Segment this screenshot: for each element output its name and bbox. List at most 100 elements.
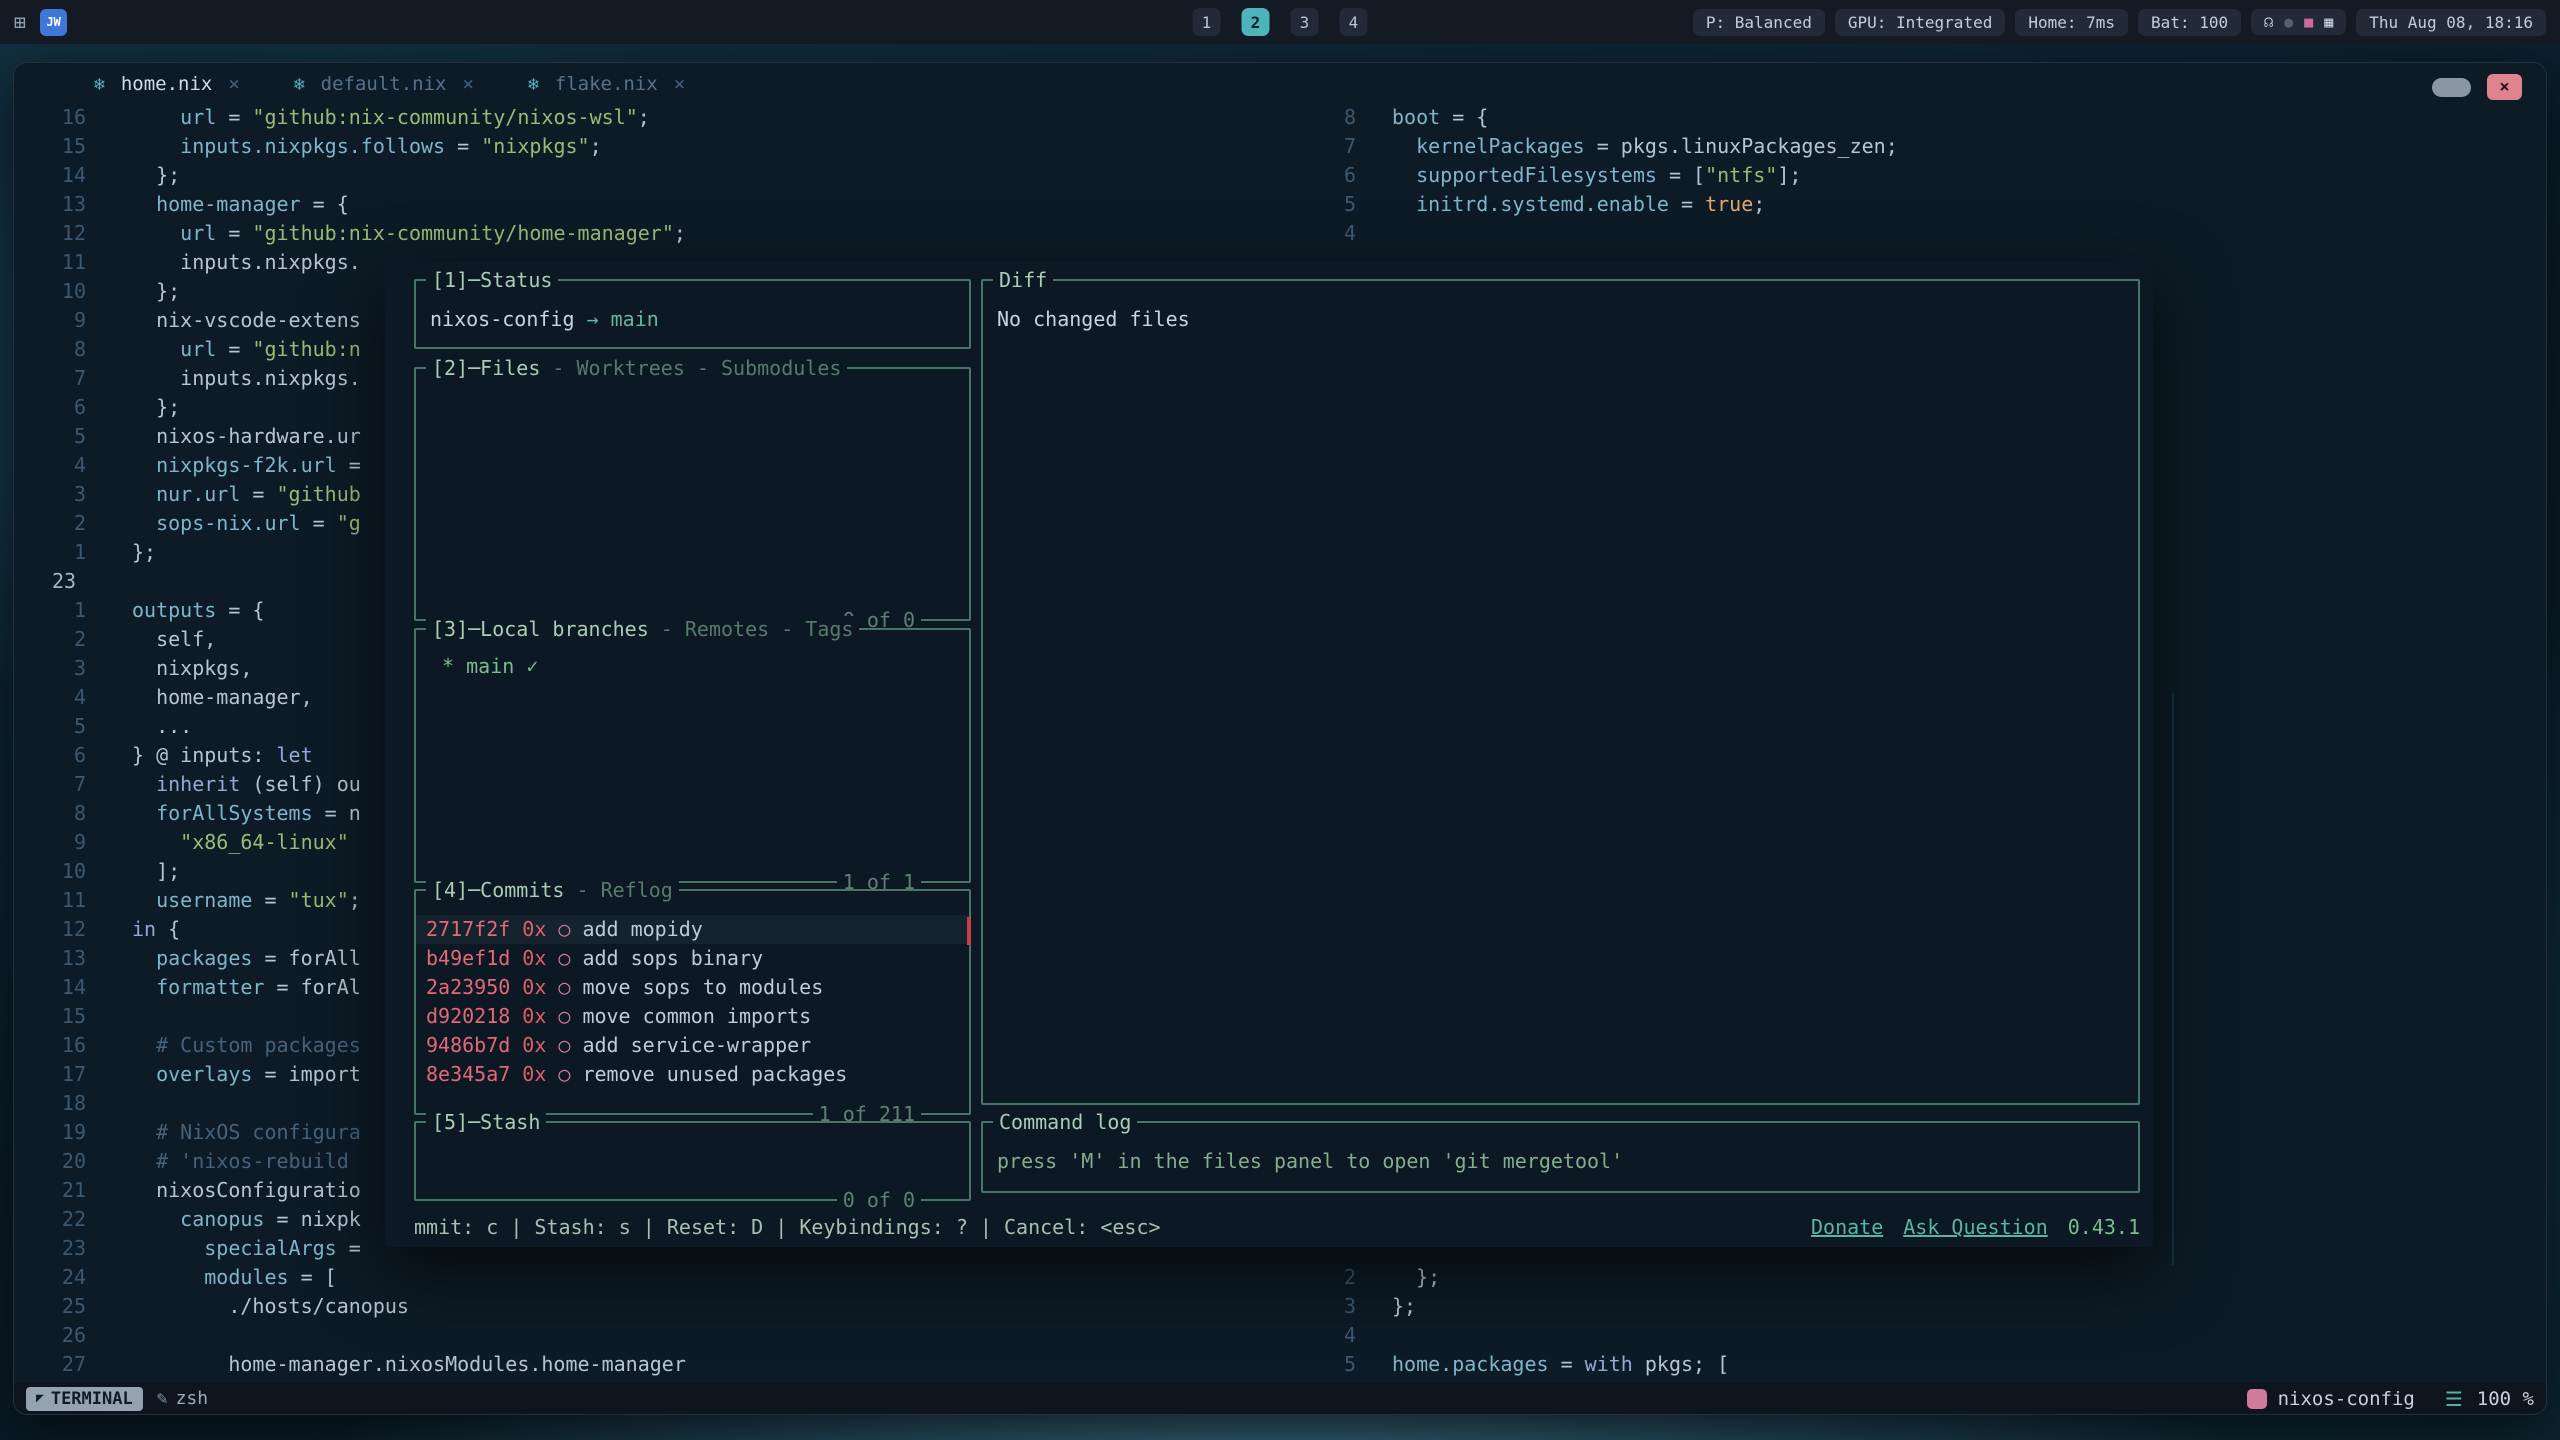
editor-pane-right[interactable]: 8boot = {7 kernelPackages = pkgs.linuxPa… [1306, 103, 2516, 248]
code-text: overlays = import [86, 1060, 361, 1089]
lazygit-diff-panel[interactable]: Diff No changed files [981, 279, 2140, 1105]
lazygit-files-panel[interactable]: [2]─Files - Worktrees - Submodules 0 of … [414, 367, 971, 621]
code-text: home-manager, [86, 683, 313, 712]
line-number: 17 [30, 1060, 86, 1089]
recording-icon[interactable]: ■ [2304, 13, 2313, 31]
zellij-icon [2247, 1389, 2267, 1409]
workspace-button-3[interactable]: 3 [1291, 8, 1319, 36]
lazygit-stash-panel[interactable]: [5]─Stash 0 of 0 [414, 1121, 971, 1201]
commit-author: 0x [522, 973, 546, 1002]
lazygit-command-log-panel[interactable]: Command log press 'M' in the files panel… [981, 1121, 2140, 1193]
editor-scrollbar[interactable] [2172, 693, 2174, 1265]
status-module-3[interactable]: Bat: 100 [2138, 9, 2241, 36]
shell-tab[interactable]: ✎ zsh [157, 1388, 208, 1409]
window-pill-button[interactable] [2432, 78, 2471, 97]
line-number: 13 [30, 944, 86, 973]
launcher-icon[interactable]: JW [40, 9, 67, 36]
panel-title-main: [1]─Status [432, 268, 552, 292]
code-text: }; [86, 393, 180, 422]
code-text: # 'nixos-rebuild [86, 1147, 349, 1176]
link-ask-question[interactable]: Ask Question [1903, 1213, 2048, 1241]
line-number: 5 [1306, 190, 1356, 219]
workspace-button-1[interactable]: 1 [1193, 8, 1221, 36]
apps-grid-icon[interactable]: ▦ [2324, 13, 2333, 31]
code-text: # NixOS configura [86, 1118, 361, 1147]
code-line: 5 initrd.systemd.enable = true; [1306, 190, 2516, 219]
workspace-button-2[interactable]: 2 [1242, 8, 1270, 36]
line-number: 5 [30, 712, 86, 741]
code-text: modules = [ [86, 1263, 337, 1292]
tab-label: flake.nix [555, 73, 658, 95]
clock[interactable]: Thu Aug 08, 18:16 [2356, 9, 2546, 36]
link-donate[interactable]: Donate [1811, 1213, 1883, 1241]
code-text: nixpkgs-f2k.url = [86, 451, 361, 480]
editor-tab-default.nix[interactable]: ❄default.nix× [284, 73, 484, 95]
scrollbar-thumb[interactable] [967, 917, 971, 945]
nix-snowflake-icon: ❄ [94, 74, 105, 95]
code-text [1356, 219, 1392, 248]
lazygit-commits-panel[interactable]: [4]─Commits - Reflog 2717f2f0x○add mopid… [414, 889, 971, 1115]
tab-label: home.nix [121, 73, 213, 95]
commit-sha: 8e345a7 [426, 1060, 510, 1089]
panel-title: [3]─Local branches - Remotes - Tags [426, 616, 859, 642]
lazygit-links: Donate Ask Question 0.43.1 [1811, 1213, 2140, 1241]
version-label: 0.43.1 [2068, 1213, 2140, 1241]
commit-graph-icon: ○ [558, 915, 570, 944]
code-text: }; [1356, 1263, 1440, 1292]
commit-author: 0x [522, 1031, 546, 1060]
system-tray: ☊ ● ■ ▦ [2251, 9, 2346, 35]
tab-close-icon[interactable]: × [674, 73, 685, 95]
code-text: inputs.nixpkgs.follows = "nixpkgs"; [86, 132, 602, 161]
code-line: 24 modules = [ [30, 1263, 1300, 1292]
list-icon[interactable]: ☰ [2445, 1387, 2463, 1411]
commit-graph-icon: ○ [558, 1060, 570, 1089]
tab-close-icon[interactable]: × [463, 73, 474, 95]
code-text: ]; [86, 857, 180, 886]
code-text: inputs.nixpkgs. [86, 248, 361, 277]
commit-message: remove unused packages [582, 1060, 847, 1089]
status-dot-icon[interactable]: ● [2284, 13, 2293, 31]
code-text: inherit (self) ou [86, 770, 361, 799]
lazygit-status-panel[interactable]: [1]─Status nixos-config → main [414, 279, 971, 349]
panel-title: Command log [993, 1109, 1137, 1135]
commit-row[interactable]: b49ef1d0x○add sops binary [416, 944, 969, 973]
line-number: 19 [30, 1118, 86, 1147]
commit-sha: b49ef1d [426, 944, 510, 973]
mode-indicator[interactable]: ◤ TERMINAL [26, 1387, 143, 1411]
line-number: 5 [1306, 1350, 1356, 1379]
tab-close-icon[interactable]: × [228, 73, 239, 95]
code-text: sops-nix.url = "g [86, 509, 361, 538]
commit-message: add sops binary [582, 944, 763, 973]
code-text [1356, 1321, 1392, 1350]
commit-message: add service-wrapper [582, 1031, 811, 1060]
window-controls: × [2432, 74, 2522, 100]
commit-row[interactable]: d9202180x○move common imports [416, 1002, 969, 1031]
status-module-2[interactable]: Home: 7ms [2015, 9, 2128, 36]
commit-author: 0x [522, 1060, 546, 1089]
network-icon[interactable]: ☊ [2264, 13, 2273, 31]
editor-tab-home.nix[interactable]: ❄ home.nix × [84, 73, 250, 95]
line-number: 14 [30, 161, 86, 190]
terminal-window: ❄ home.nix × ❄default.nix× ❄ flake.nix × × 1 6 … [13, 62, 2547, 1415]
commit-author: 0x [522, 944, 546, 973]
editor-tab-flake.nix[interactable]: ❄flake.nix× [518, 73, 695, 95]
commit-row[interactable]: 2a239500x○move sops to modules [416, 973, 969, 1002]
status-module-0[interactable]: P: Balanced [1693, 9, 1825, 36]
commit-row[interactable]: 8e345a7 0x ○ remove unused packages [416, 1060, 969, 1089]
commit-row[interactable]: 2717f2f0x○add mopidy [416, 915, 969, 944]
window-close-button[interactable]: × [2487, 74, 2522, 100]
command-log-content: press 'M' in the files panel to open 'gi… [983, 1123, 2138, 1181]
lazygit-branches-panel[interactable]: [3]─Local branches - Remotes - Tags * ma… [414, 628, 971, 883]
code-line: 6 supportedFilesystems = ["ntfs"]; [1306, 161, 2516, 190]
apps-menu-icon[interactable]: ⊞ [14, 10, 26, 34]
workspace-button-4[interactable]: 4 [1340, 8, 1368, 36]
code-line: 5home.packages = with pkgs; [ [1306, 1350, 2516, 1379]
line-number: 16 [30, 1031, 86, 1060]
commit-author: 0x [522, 915, 546, 944]
editor-pane-right-bottom[interactable]: 2 };3};45home.packages = with pkgs; [ [1306, 1263, 2516, 1379]
commit-graph-icon: ○ [558, 973, 570, 1002]
line-number: 1 [30, 596, 86, 625]
commit-row[interactable]: 9486b7d0x○add service-wrapper [416, 1031, 969, 1060]
status-module-1[interactable]: GPU: Integrated [1835, 9, 2006, 36]
line-number: 9 [30, 828, 86, 857]
